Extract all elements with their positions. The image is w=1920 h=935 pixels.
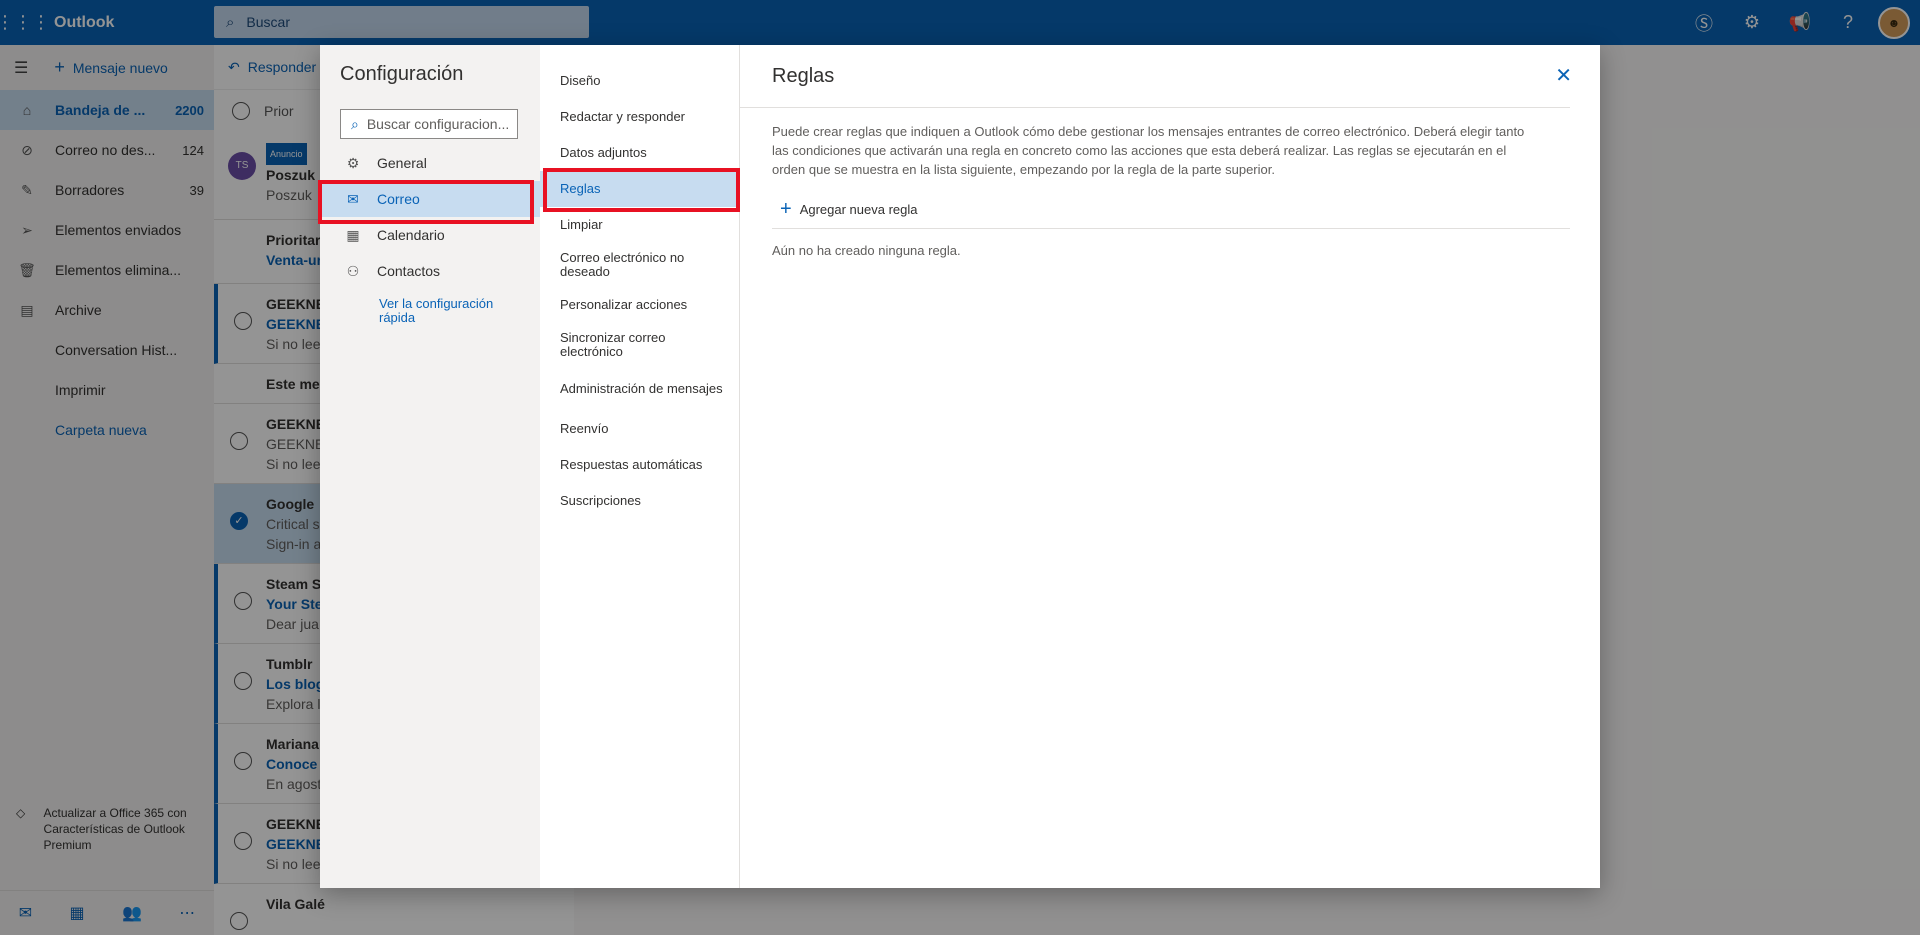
close-icon[interactable]: ✕ xyxy=(1555,63,1572,88)
settings-category-correo[interactable]: ✉ Correo xyxy=(320,181,540,217)
settings-category-general[interactable]: ⚙ General xyxy=(320,145,540,181)
mail-section-item[interactable]: Datos adjuntos xyxy=(540,135,739,171)
quick-settings-link[interactable]: Ver la configuración rápida xyxy=(320,297,520,325)
mail-section-item[interactable]: Redactar y responder xyxy=(540,99,739,135)
rules-pane: Reglas ✕ Puede crear reglas que indiquen… xyxy=(740,45,1600,888)
category-label: Correo xyxy=(377,191,420,207)
mail-section-item[interactable]: Diseño xyxy=(540,63,739,99)
rules-description: Puede crear reglas que indiquen a Outloo… xyxy=(772,124,1525,177)
rules-heading: Reglas xyxy=(740,45,1570,108)
category-label: General xyxy=(377,155,427,171)
no-rules-message: Aún no ha creado ninguna regla. xyxy=(772,243,961,258)
mail-section-item[interactable]: Personalizar acciones xyxy=(540,287,739,323)
add-rule-button[interactable]: + Agregar nueva regla xyxy=(772,191,1570,229)
mail-section-item[interactable]: Administración de mensajes xyxy=(540,367,739,411)
category-label: Contactos xyxy=(377,263,441,279)
mail-section-item[interactable]: Suscripciones xyxy=(540,483,739,519)
mail-section-item[interactable]: Limpiar xyxy=(540,207,739,243)
settings-category-contactos[interactable]: ⚇ Contactos xyxy=(320,253,540,289)
mail-section-item[interactable]: Reenvío xyxy=(540,411,739,447)
plus-icon: + xyxy=(780,198,792,220)
settings-category-calendario[interactable]: ▦ Calendario xyxy=(320,217,540,253)
settings-categories: Configuración ⌕ Buscar configuracion... … xyxy=(320,45,540,888)
people-icon: ⚇ xyxy=(346,262,360,279)
mail-section-item[interactable]: Respuestas automáticas xyxy=(540,447,739,483)
mail-section-item[interactable]: Correo electrónico no deseado xyxy=(540,243,739,287)
settings-search-placeholder: Buscar configuracion... xyxy=(366,116,510,132)
settings-dialog: Configuración ⌕ Buscar configuracion... … xyxy=(320,45,1600,888)
gear-icon: ⚙ xyxy=(346,154,360,171)
mail-settings-sections: Diseño Redactar y responder Datos adjuntos… xyxy=(540,45,740,888)
mail-section-item[interactable]: Reglas xyxy=(540,171,739,207)
mail-icon: ✉ xyxy=(347,190,359,207)
mail-section-item[interactable]: Sincronizar correo electrónico xyxy=(540,323,739,367)
add-rule-label: Agregar nueva regla xyxy=(799,202,918,217)
category-label: Calendario xyxy=(377,227,445,243)
settings-search-input[interactable]: ⌕ Buscar configuracion... xyxy=(340,109,518,139)
search-icon: ⌕ xyxy=(351,115,359,132)
calendar-icon: ▦ xyxy=(346,226,360,243)
settings-title: Configuración xyxy=(340,63,464,85)
